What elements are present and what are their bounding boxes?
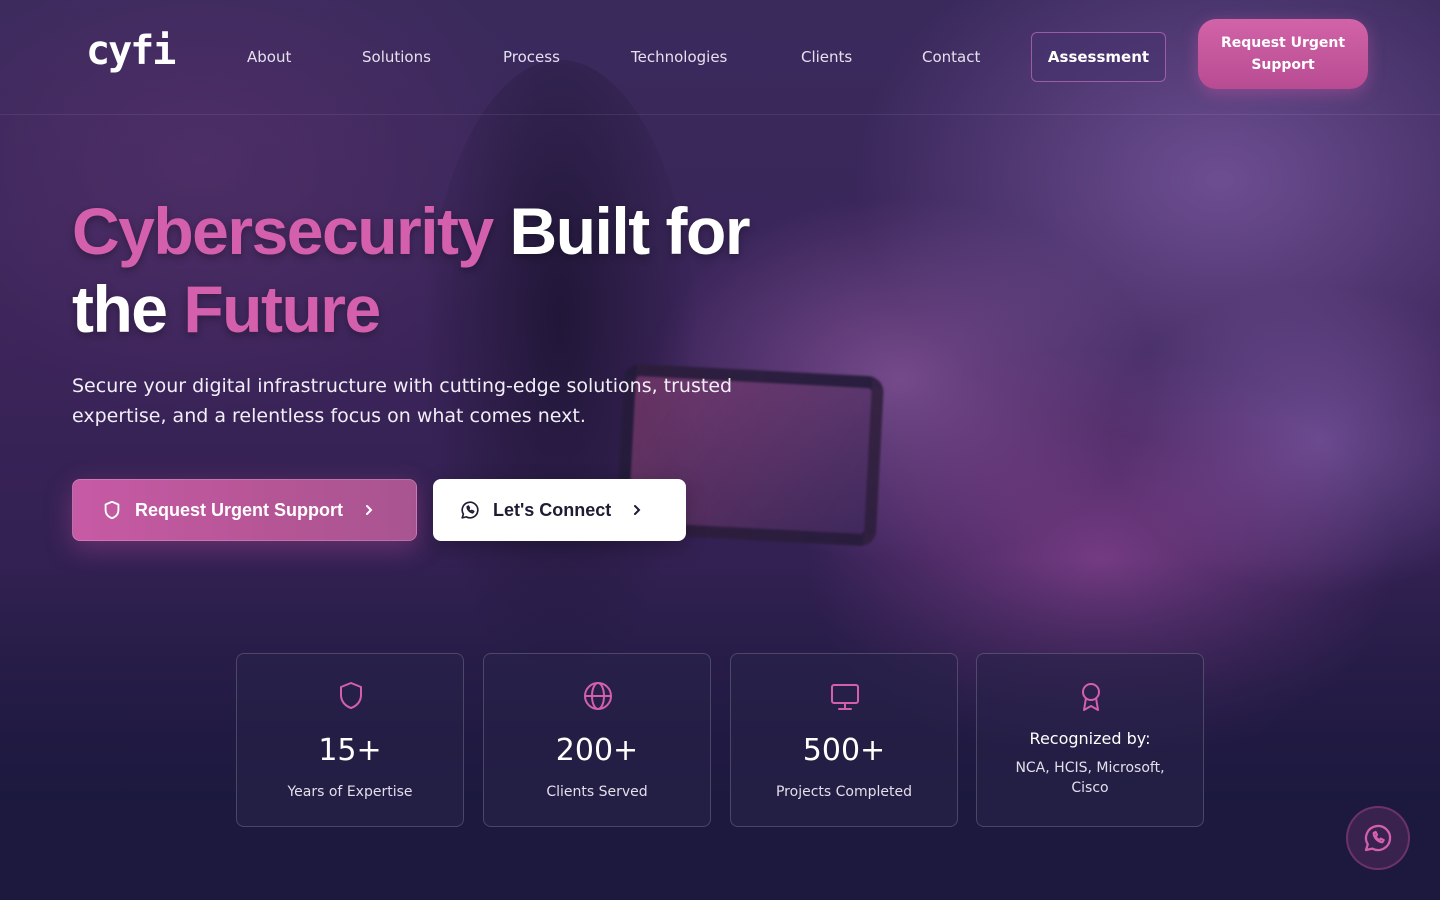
nav-technologies[interactable]: Technologies [631,46,727,68]
stat-label: Clients Served [546,784,648,800]
site-header: cyfi About Solutions Process Technologie… [0,0,1440,115]
whatsapp-icon [459,499,481,521]
secondary-button-label: Let's Connect [493,499,612,520]
recognition-list: NCA, HCIS, Microsoft, Cisco [1015,760,1165,796]
chevron-right-icon [363,504,375,516]
nav-process[interactable]: Process [503,46,560,68]
primary-button-label: Request Urgent Support [135,499,344,520]
nav-clients[interactable]: Clients [801,46,852,68]
hero-title-highlight: Cybersecurity [72,194,494,268]
hero-title-highlight-2: Future [183,272,381,346]
hero-title-text-2: the [72,272,184,346]
monitor-icon [827,678,863,714]
award-icon [1073,678,1109,714]
whatsapp-icon [1361,821,1395,855]
hero-title: Cybersecurity Built for the Future [72,192,892,348]
hero-subtitle: Secure your digital infrastructure with … [72,375,733,427]
background-shade [0,560,1440,900]
stat-value: 500+ [802,733,886,768]
chevron-right-icon [631,504,643,516]
stat-card-projects: 500+ Projects Completed [730,653,958,827]
header-urgent-support-button[interactable]: Request Urgent Support [1198,19,1368,89]
stat-label: Projects Completed [775,784,912,800]
nav-about[interactable]: About [247,46,291,68]
nav-contact[interactable]: Contact [922,46,980,68]
stat-label: Years of Expertise [287,784,413,800]
shield-icon [333,678,369,714]
stat-value: 200+ [555,733,639,768]
stat-card-expertise: 15+ Years of Expertise [236,653,464,827]
assessment-button[interactable]: Assessment [1031,32,1166,82]
stat-value: 15+ [318,733,382,768]
request-urgent-support-button[interactable]: Request Urgent Support [72,479,417,541]
shield-icon [101,499,123,521]
hero-background-image [0,0,1440,900]
cyfi-logo[interactable]: cyfi [86,26,176,76]
whatsapp-chat-button[interactable] [1346,806,1410,870]
stat-card-recognition: Recognized by: NCA, HCIS, Microsoft, Cis… [976,653,1204,827]
recognition-title: Recognized by: [1029,729,1151,748]
globe-icon [580,678,616,714]
hero-title-text: Built for [492,194,751,268]
lets-connect-button[interactable]: Let's Connect [433,479,686,541]
nav-solutions[interactable]: Solutions [362,46,431,68]
stat-card-clients: 200+ Clients Served [483,653,711,827]
